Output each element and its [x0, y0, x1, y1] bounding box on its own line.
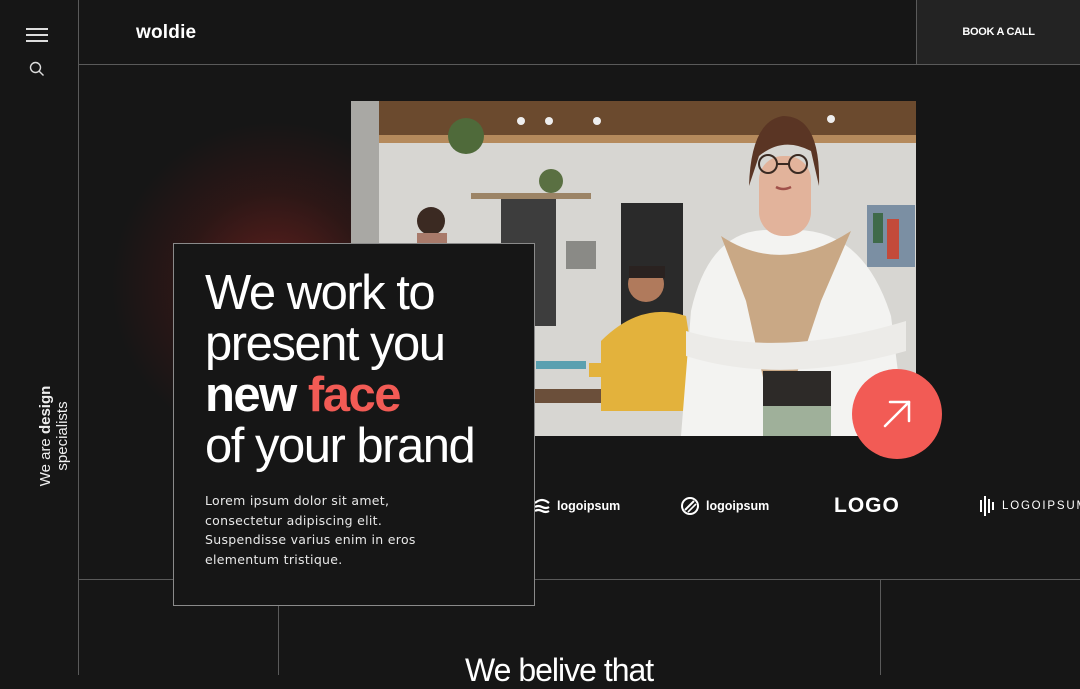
hero-body-copy: Lorem ipsum dolor sit amet, consectetur …: [205, 493, 416, 567]
headline-line-3: new face: [205, 370, 525, 421]
client-name: logoipsum: [706, 499, 770, 513]
bottom-grid-divider: [880, 579, 881, 675]
hero-card: We work to present you new face of your …: [173, 243, 535, 606]
search-icon[interactable]: [29, 61, 45, 77]
arrow-up-right-icon: [883, 400, 911, 428]
section-heading: We belive that: [465, 652, 654, 688]
circle-slash-icon: [681, 497, 699, 515]
left-rail-divider: [78, 0, 79, 675]
client-logo-3: LOGO: [834, 494, 900, 518]
hamburger-icon[interactable]: [26, 28, 48, 42]
book-call-button[interactable]: BOOK A CALL: [917, 0, 1080, 64]
client-name: logoipsum: [557, 499, 621, 513]
client-name: LOGO: [834, 494, 900, 517]
hero-arrow-button[interactable]: [852, 369, 942, 459]
left-rail: We are design specialists: [0, 0, 78, 675]
hero-headline: We work to present you new face of your …: [205, 268, 525, 472]
client-name: LOGOIPSUM: [1002, 500, 1080, 512]
headline-line-1: We work to: [205, 266, 436, 320]
brand-logo[interactable]: woldie: [136, 22, 196, 44]
waves-icon: [534, 498, 550, 514]
headline-line-4: of your brand: [205, 419, 476, 473]
rail-tagline: We are design specialists: [37, 385, 71, 487]
client-logo-4: LOGOIPSUM: [980, 494, 1080, 518]
headline-bold-word: new: [205, 368, 297, 422]
client-logo-1: logoipsum: [533, 494, 620, 518]
header-divider: [78, 64, 1080, 65]
soundbars-icon: [980, 496, 994, 516]
headline-line-2: present you: [205, 317, 446, 371]
client-logo-2: logoipsum: [680, 494, 769, 518]
headline-accent-word: face: [307, 368, 402, 422]
